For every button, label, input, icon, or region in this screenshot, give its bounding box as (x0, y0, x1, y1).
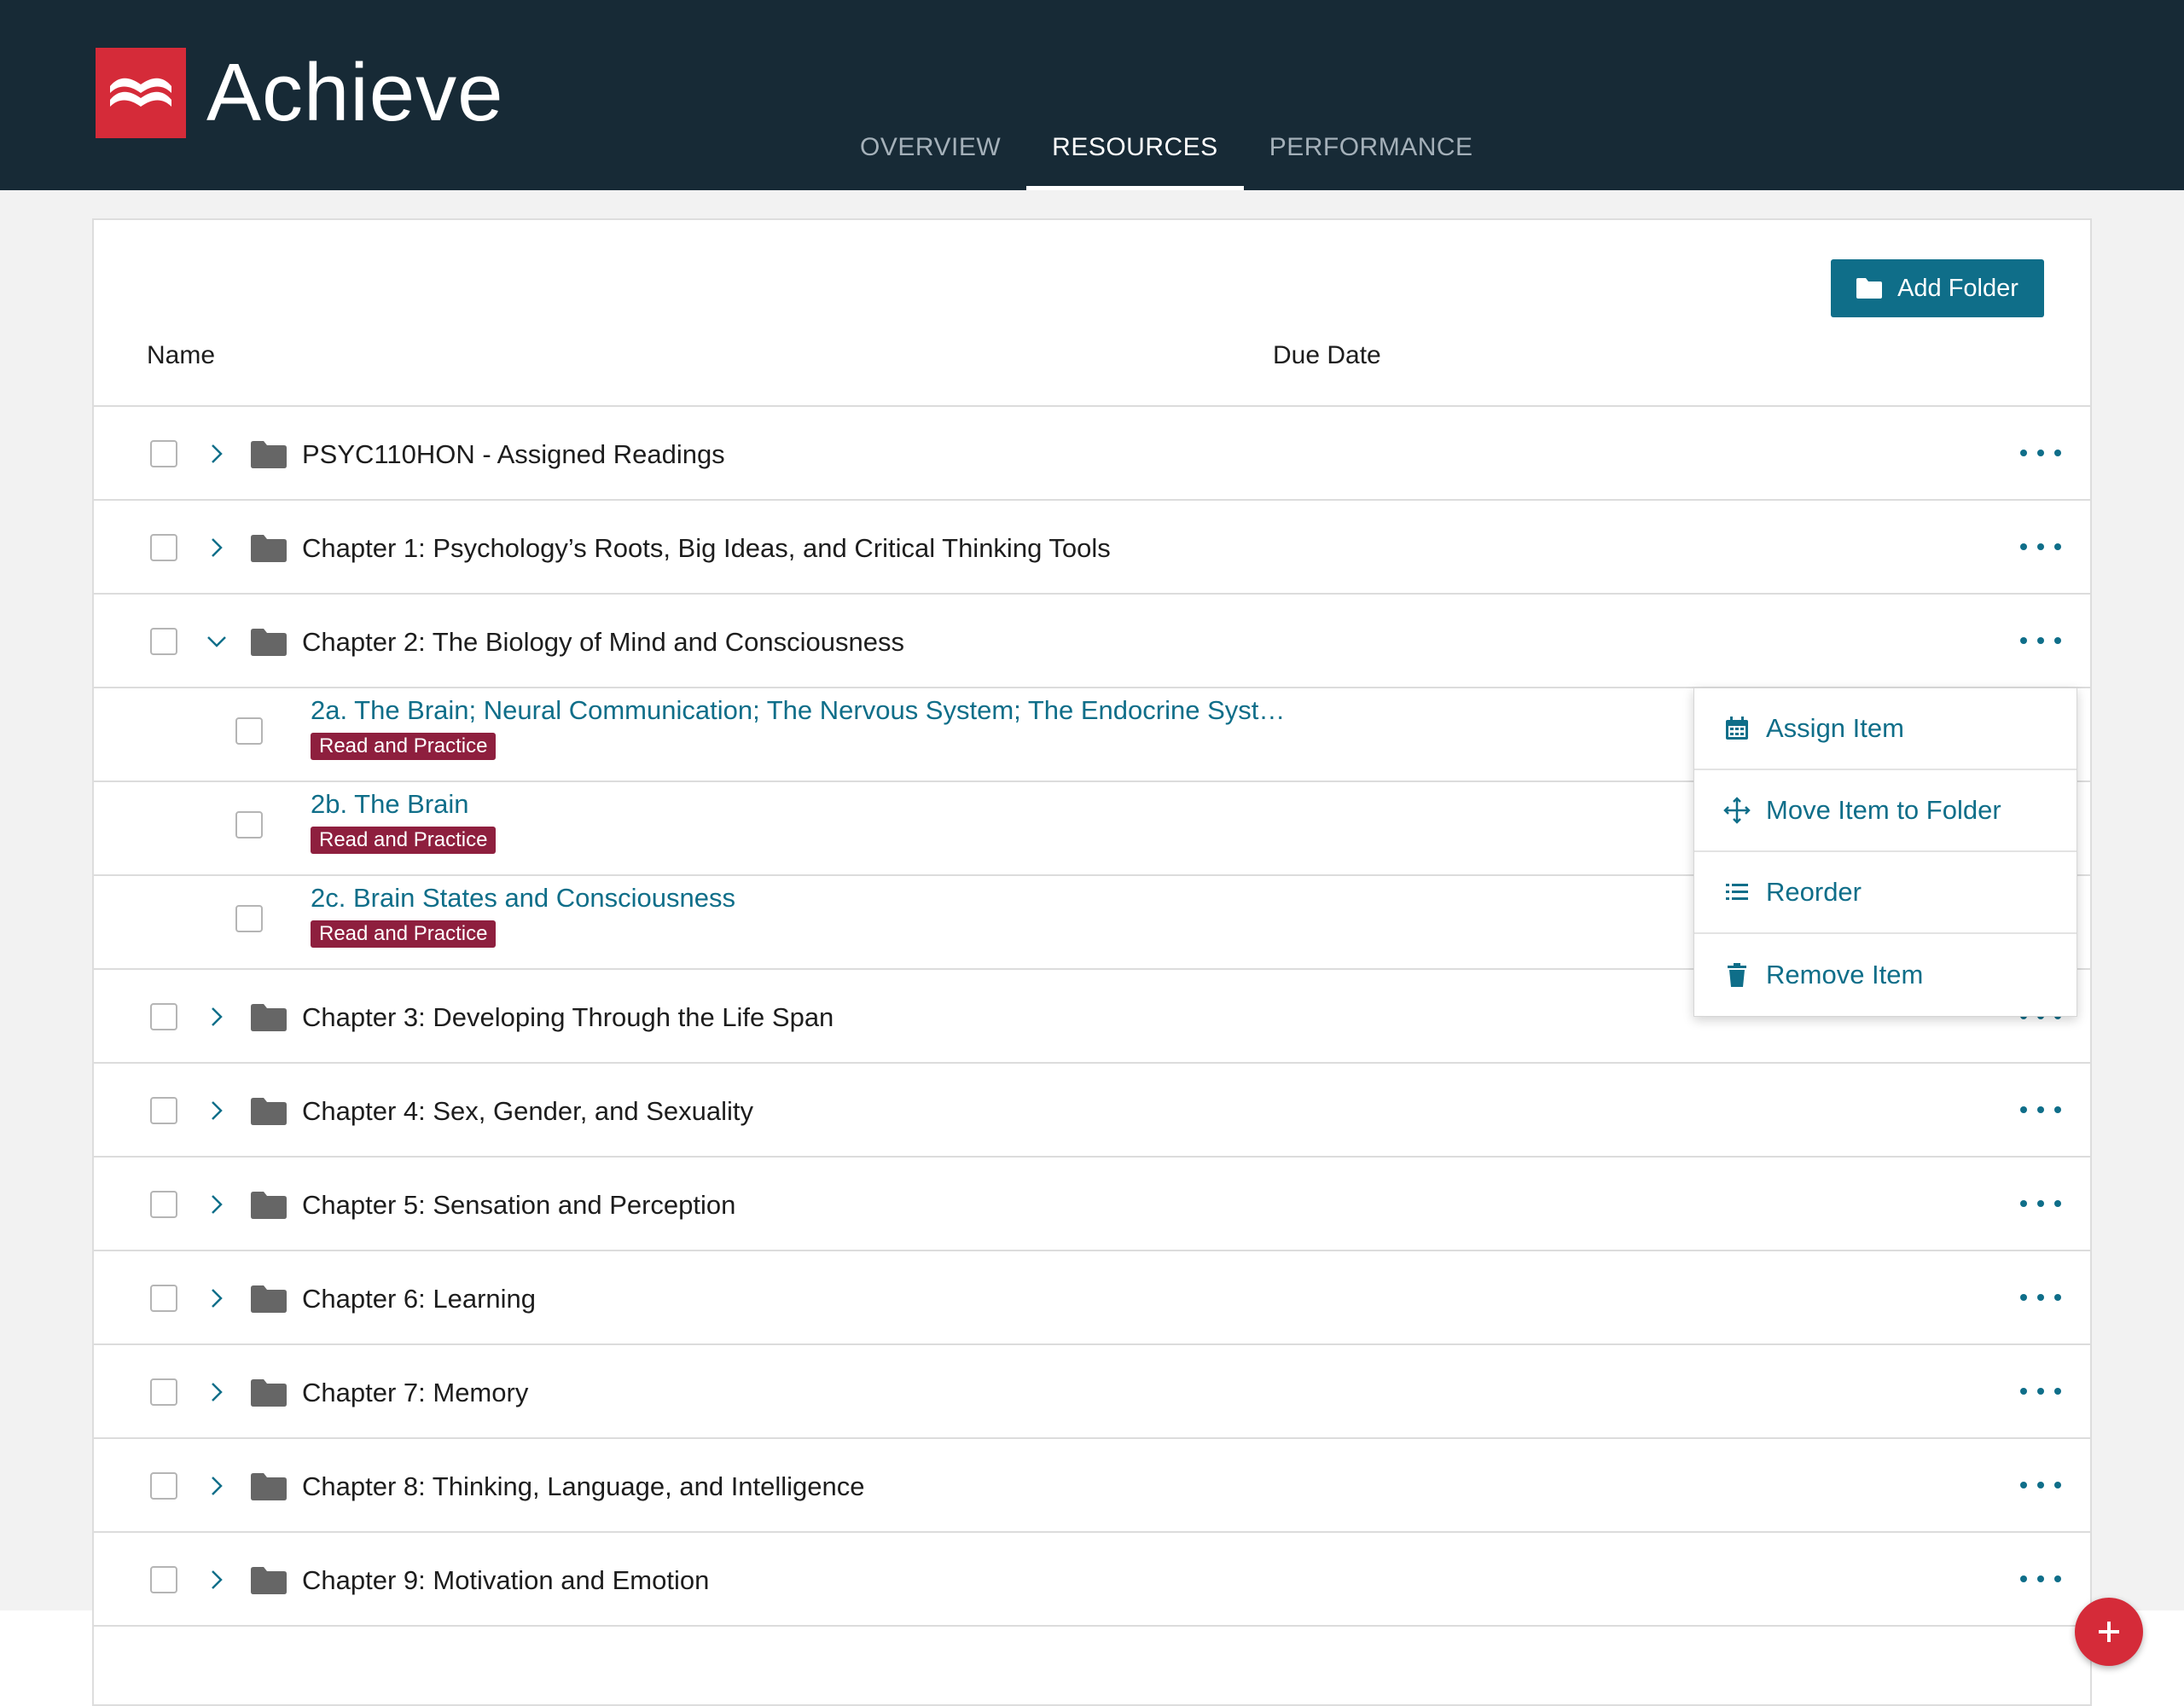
resource-link[interactable]: 2c. Brain States and Consciousness (311, 883, 735, 914)
more-options-icon[interactable] (2015, 443, 2066, 463)
more-options-icon[interactable] (2015, 1287, 2066, 1308)
resource-link[interactable]: 2b. The Brain (311, 789, 469, 820)
folder-row[interactable]: Chapter 7: Memory (94, 1345, 2090, 1439)
row-checkbox[interactable] (235, 811, 263, 838)
folder-icon (251, 1004, 287, 1031)
activity-type-badge: Read and Practice (311, 827, 497, 854)
row-checkbox[interactable] (150, 440, 177, 467)
chevron-right-icon[interactable] (203, 1097, 230, 1124)
brand-name: Achieve (206, 47, 504, 138)
folder-row[interactable]: Chapter 6: Learning (94, 1251, 2090, 1345)
chevron-right-icon[interactable] (203, 1566, 230, 1593)
row-checkbox[interactable] (150, 1191, 177, 1218)
activity-type-badge: Read and Practice (311, 733, 497, 760)
brand-logo-icon (96, 48, 186, 138)
tab-overview[interactable]: OVERVIEW (834, 111, 1026, 190)
folder-row[interactable]: PSYC110HON - Assigned Readings (94, 407, 2090, 501)
chevron-right-icon[interactable] (203, 1285, 230, 1312)
folder-icon (251, 629, 287, 656)
chevron-right-icon[interactable] (203, 1472, 230, 1500)
folder-title[interactable]: Chapter 5: Sensation and Perception (302, 1190, 735, 1221)
folder-title[interactable]: Chapter 1: Psychology’s Roots, Big Ideas… (302, 533, 1111, 564)
folder-title[interactable]: Chapter 8: Thinking, Language, and Intel… (302, 1471, 865, 1502)
row-checkbox[interactable] (150, 1378, 177, 1406)
row-checkbox[interactable] (150, 534, 177, 561)
row-checkbox[interactable] (150, 1285, 177, 1312)
column-header-name[interactable]: Name (147, 341, 215, 370)
add-folder-label: Add Folder (1897, 274, 2018, 302)
folder-title[interactable]: Chapter 3: Developing Through the Life S… (302, 1002, 834, 1033)
folder-icon (251, 1567, 287, 1594)
folder-title[interactable]: Chapter 2: The Biology of Mind and Consc… (302, 627, 904, 658)
folder-row[interactable]: Chapter 4: Sex, Gender, and Sexuality (94, 1064, 2090, 1158)
menu-item-label: Reorder (1766, 877, 1862, 907)
more-options-icon[interactable] (2015, 1569, 2066, 1589)
folder-title[interactable]: Chapter 9: Motivation and Emotion (302, 1565, 709, 1596)
menu-item-assign-item[interactable]: Assign Item (1694, 688, 2077, 770)
list-icon (1726, 884, 1748, 900)
more-options-icon[interactable] (2015, 1475, 2066, 1495)
menu-item-reorder[interactable]: Reorder (1694, 852, 2077, 934)
menu-item-label: Move Item to Folder (1766, 795, 2001, 825)
folder-icon (251, 441, 287, 468)
item-actions-menu: Assign Item Move Item to Folder Reorder … (1693, 688, 2077, 1017)
more-options-icon[interactable] (2015, 1100, 2066, 1120)
folder-title[interactable]: Chapter 6: Learning (302, 1284, 536, 1314)
plus-icon (2099, 1622, 2119, 1642)
menu-item-remove-item[interactable]: Remove Item (1694, 934, 2077, 1016)
move-icon (1723, 797, 1751, 824)
folder-icon (251, 1379, 287, 1407)
chevron-right-icon[interactable] (203, 1003, 230, 1030)
folder-icon (251, 1285, 287, 1313)
app-header: Achieve OVERVIEW RESOURCES PERFORMANCE (0, 0, 2184, 190)
folder-icon (251, 1473, 287, 1500)
row-checkbox[interactable] (150, 1472, 177, 1500)
more-options-icon[interactable] (2015, 537, 2066, 557)
folder-row[interactable]: Chapter 8: Thinking, Language, and Intel… (94, 1439, 2090, 1533)
folder-title[interactable]: PSYC110HON - Assigned Readings (302, 439, 725, 470)
row-checkbox[interactable] (150, 1097, 177, 1124)
folder-title[interactable]: Chapter 4: Sex, Gender, and Sexuality (302, 1096, 753, 1127)
add-fab-button[interactable] (2075, 1598, 2143, 1666)
row-checkbox[interactable] (235, 905, 263, 932)
calendar-icon (1726, 717, 1748, 740)
folder-icon (1856, 278, 1883, 299)
folder-title[interactable]: Chapter 7: Memory (302, 1378, 528, 1408)
row-checkbox[interactable] (235, 717, 263, 745)
folder-row[interactable]: Chapter 9: Motivation and Emotion (94, 1533, 2090, 1627)
trash-icon (1728, 963, 1746, 987)
folder-icon (251, 535, 287, 562)
menu-item-move-item-to-folder[interactable]: Move Item to Folder (1694, 770, 2077, 852)
folder-row[interactable]: Chapter 1: Psychology’s Roots, Big Ideas… (94, 501, 2090, 595)
folder-row[interactable]: Chapter 5: Sensation and Perception (94, 1158, 2090, 1251)
brand-logo[interactable]: Achieve (96, 48, 504, 138)
tab-resources[interactable]: RESOURCES (1026, 111, 1244, 190)
main-tabs: OVERVIEW RESOURCES PERFORMANCE (834, 111, 1499, 190)
menu-item-label: Assign Item (1766, 713, 1904, 743)
more-options-icon[interactable] (2015, 1381, 2066, 1401)
folder-icon (251, 1192, 287, 1219)
menu-item-label: Remove Item (1766, 960, 1924, 989)
column-header-due-date[interactable]: Due Date (1273, 341, 1381, 370)
folder-icon (251, 1098, 287, 1125)
chevron-right-icon[interactable] (203, 440, 230, 467)
row-checkbox[interactable] (150, 1003, 177, 1030)
chevron-right-icon[interactable] (203, 534, 230, 561)
resource-list: PSYC110HON - Assigned Readings Chapter 1… (94, 407, 2090, 1627)
activity-type-badge: Read and Practice (311, 920, 497, 948)
chevron-right-icon[interactable] (203, 1378, 230, 1406)
folder-row[interactable]: Chapter 2: The Biology of Mind and Consc… (94, 595, 2090, 688)
chevron-right-icon[interactable] (203, 1191, 230, 1218)
chevron-down-icon[interactable] (203, 628, 230, 655)
more-options-icon[interactable] (2015, 1193, 2066, 1214)
more-options-icon[interactable] (2015, 630, 2066, 651)
row-checkbox[interactable] (150, 628, 177, 655)
row-checkbox[interactable] (150, 1566, 177, 1593)
add-folder-button[interactable]: Add Folder (1831, 259, 2044, 317)
tab-performance[interactable]: PERFORMANCE (1244, 111, 1499, 190)
resource-link[interactable]: 2a. The Brain; Neural Communication; The… (311, 695, 1285, 726)
